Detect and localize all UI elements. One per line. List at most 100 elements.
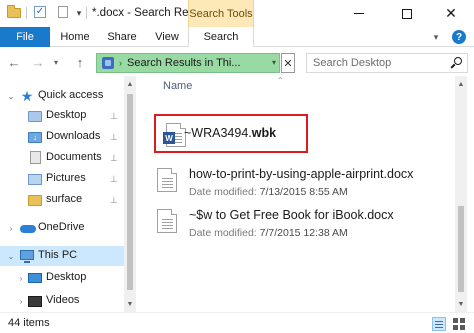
search-input[interactable]	[313, 56, 443, 70]
list-item[interactable]: how-to-print-by-using-apple-airprint.doc…	[155, 164, 445, 204]
scrollbar-thumb[interactable]	[458, 206, 464, 292]
large-icons-view-icon[interactable]	[452, 317, 466, 331]
help-button[interactable]: ?	[452, 30, 466, 44]
arrow-left-icon[interactable]: ←	[6, 54, 22, 70]
search-tools-contextual-tab: Search Tools	[188, 0, 254, 27]
scroll-up-icon[interactable]: ▲	[124, 78, 136, 90]
sidebar-item-label: This PC	[38, 249, 78, 261]
chevron-down-icon[interactable]: ⌄	[6, 251, 16, 261]
sidebar-item-quick-access[interactable]: ⌄ ★ Quick access	[0, 86, 124, 106]
scroll-up-icon[interactable]: ▲	[455, 78, 467, 90]
sidebar-item-label: Pictures	[46, 172, 86, 184]
file-date-modified: Date modified: 7/7/2015 12:38 AM	[189, 227, 348, 239]
chevron-right-icon[interactable]: ›	[6, 223, 16, 233]
tab-search[interactable]: Search	[188, 27, 254, 48]
sidebar-item-label: Desktop	[46, 109, 87, 121]
scroll-down-icon[interactable]: ▼	[455, 298, 467, 310]
sidebar-item-label: Videos	[46, 294, 80, 306]
minimize-button[interactable]	[336, 0, 382, 27]
ribbon-tabs: File Home Share View Search ▾ ?	[0, 27, 474, 48]
sidebar-item-label: OneDrive	[38, 221, 85, 233]
divider	[86, 7, 87, 19]
search-results-icon	[102, 57, 114, 69]
title-bar: ✓ ▾ *.docx - Search Res... Search Tools …	[0, 0, 474, 27]
divider	[26, 7, 27, 19]
folder-icon	[28, 111, 42, 122]
file-list-scrollbar[interactable]: ▲ ▼	[455, 76, 467, 312]
sidebar-item-documents[interactable]: Documents ⊥	[0, 148, 124, 168]
address-text: Search Results in Thi...	[127, 57, 241, 69]
navigation-bar: ← → ▾ ↑ › Search Results in Thi... ▾ ✕	[0, 47, 474, 76]
sidebar-item-label: Desktop	[46, 271, 87, 283]
search-icon[interactable]	[450, 57, 462, 69]
tab-view[interactable]: View	[146, 27, 188, 47]
chevron-right-icon[interactable]: ›	[119, 58, 122, 68]
word-backup-file-icon: W	[163, 123, 186, 147]
pictures-icon	[28, 174, 42, 185]
sidebar-item-pictures[interactable]: Pictures ⊥	[0, 169, 124, 189]
status-bar: 44 items	[0, 312, 474, 333]
arrow-up-icon[interactable]: ↑	[72, 54, 88, 70]
highlighted-result[interactable]: W ~WRA3494.wbk	[154, 114, 308, 153]
file-list: ⌃ Name W ~WRA3494.wbk how-to-print-by-us…	[137, 76, 455, 312]
item-count: 44 items	[8, 317, 50, 329]
tab-file[interactable]: File	[0, 27, 50, 47]
file-name: ~WRA3494.wbk	[184, 126, 277, 140]
download-folder-icon: ↓	[28, 132, 42, 143]
scroll-down-icon[interactable]: ▼	[124, 298, 136, 310]
file-date-modified: Date modified: 7/13/2015 8:55 AM	[189, 186, 348, 198]
desktop-icon	[28, 273, 42, 283]
chevron-down-icon[interactable]: ▾	[428, 30, 444, 44]
new-file-icon[interactable]	[58, 6, 68, 18]
navigation-pane-scrollbar[interactable]: ▲ ▼	[124, 76, 136, 312]
sidebar-item-downloads[interactable]: ↓ Downloads ⊥	[0, 127, 124, 147]
arrow-right-icon[interactable]: →	[30, 54, 46, 70]
document-file-icon	[157, 209, 177, 233]
tab-share[interactable]: Share	[100, 27, 144, 47]
computer-icon	[20, 250, 34, 263]
properties-check-icon[interactable]: ✓	[34, 6, 46, 18]
column-header-name[interactable]: Name	[163, 80, 192, 92]
documents-icon	[30, 151, 41, 164]
sidebar-item-label: Documents	[46, 151, 102, 163]
customize-arrow-icon[interactable]: ▾	[74, 6, 84, 20]
document-file-icon	[157, 168, 177, 192]
scrollbar-thumb[interactable]	[127, 94, 133, 290]
minimize-icon	[354, 13, 364, 14]
chevron-up-icon: ⌃	[277, 76, 284, 85]
maximize-icon	[402, 8, 412, 19]
sidebar-item-desktop[interactable]: Desktop ⊥	[0, 106, 124, 126]
chevron-down-icon[interactable]: ▾	[272, 58, 276, 67]
details-view-icon[interactable]	[432, 317, 446, 331]
video-folder-icon	[28, 296, 42, 307]
pin-icon[interactable]: ⊥	[110, 195, 118, 205]
folder-icon	[28, 195, 42, 206]
star-icon: ★	[20, 88, 34, 104]
sidebar-item-label: Downloads	[46, 130, 101, 142]
chevron-right-icon[interactable]: ›	[16, 273, 26, 283]
cloud-icon	[20, 225, 36, 233]
pin-icon[interactable]: ⊥	[110, 132, 118, 142]
sidebar-item-onedrive[interactable]: › OneDrive	[0, 218, 124, 238]
pin-icon[interactable]: ⊥	[110, 174, 118, 184]
pin-icon[interactable]: ⊥	[110, 111, 118, 121]
chevron-right-icon[interactable]: ›	[16, 296, 26, 306]
sidebar-item-surface[interactable]: surface ⊥	[0, 190, 124, 210]
maximize-button[interactable]	[384, 0, 430, 27]
sidebar-item-videos[interactable]: › Videos	[0, 291, 124, 311]
navigation-pane: ⌄ ★ Quick access Desktop ⊥ ↓ Downloads ⊥…	[0, 76, 136, 312]
sidebar-item-desktop-pc[interactable]: › Desktop	[0, 268, 124, 288]
list-item[interactable]: ~$w to Get Free Book for iBook.docx Date…	[155, 205, 445, 245]
folder-icon[interactable]	[6, 5, 22, 20]
address-bar[interactable]: › Search Results in Thi... ▾	[96, 53, 280, 73]
sidebar-item-this-pc[interactable]: ⌄ This PC	[0, 246, 124, 266]
chevron-down-icon[interactable]: ▾	[51, 54, 61, 70]
pin-icon[interactable]: ⊥	[110, 153, 118, 163]
close-icon: ✕	[445, 5, 457, 21]
close-button[interactable]: ✕	[428, 0, 474, 27]
chevron-down-icon[interactable]: ⌄	[6, 91, 16, 101]
sidebar-item-label: surface	[46, 193, 83, 205]
search-box[interactable]	[306, 53, 468, 73]
tab-home[interactable]: Home	[52, 27, 98, 47]
close-search-button[interactable]: ✕	[281, 53, 295, 73]
